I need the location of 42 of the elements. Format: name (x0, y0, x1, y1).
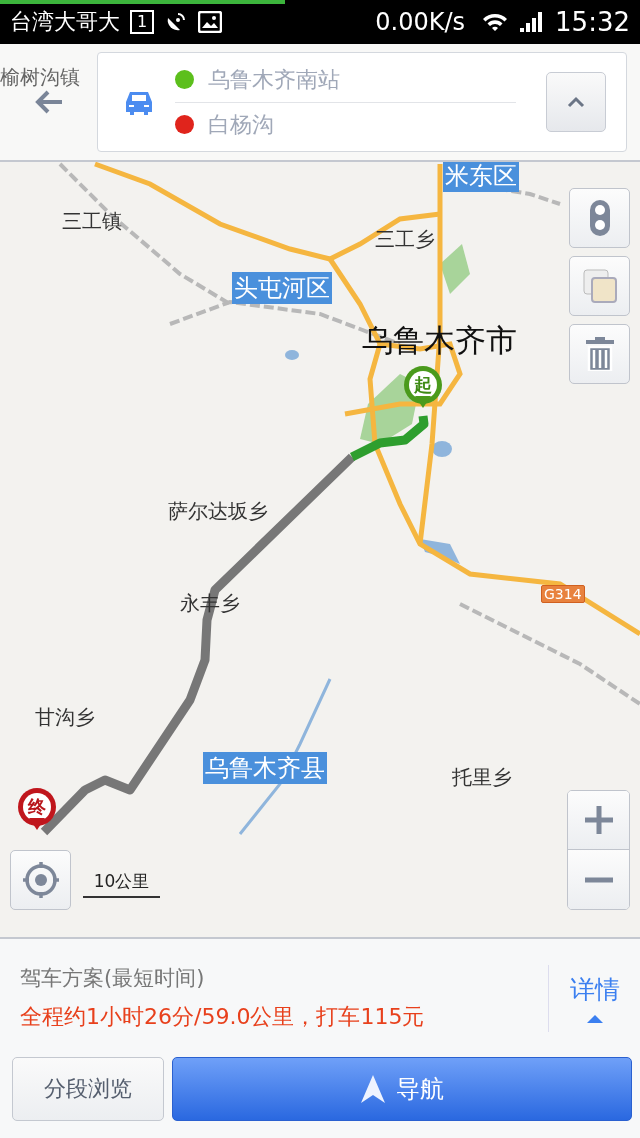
traffic-light-button[interactable] (569, 188, 630, 248)
sim-badge: 1 (130, 10, 155, 34)
end-dot-icon (175, 115, 194, 134)
start-point[interactable]: 乌鲁木齐南站 (208, 64, 340, 95)
map-label: 米东区 (443, 160, 519, 192)
trash-icon (584, 337, 615, 371)
carrier-name: 台湾大哥大 (10, 8, 120, 36)
map-label: 托里乡 (452, 764, 512, 791)
map-label: 榆树沟镇 (0, 64, 80, 91)
map-label: 萨尔达坂乡 (168, 498, 268, 525)
navigate-button[interactable]: 导航 (172, 1057, 632, 1121)
route-summary: 全程约1小时26分/59.0公里，打车115元 (20, 1003, 426, 1031)
highway-shield: G314 (541, 585, 585, 603)
zoom-in-button[interactable] (568, 791, 629, 850)
map-label: 三工镇 (62, 208, 122, 235)
map-scale: 10公里 (83, 870, 160, 898)
crosshair-icon (21, 861, 60, 899)
plus-icon (582, 804, 615, 836)
zoom-out-button[interactable] (568, 850, 629, 909)
start-dot-icon (175, 70, 194, 89)
navigation-arrow-icon (360, 1074, 386, 1104)
segment-browse-button[interactable]: 分段浏览 (12, 1057, 164, 1121)
layers-button[interactable] (569, 256, 630, 316)
end-point[interactable]: 白杨沟 (208, 109, 274, 140)
plan-title: 驾车方案(最短时间) (20, 965, 206, 992)
layers-icon (581, 268, 618, 304)
clock: 15:32 (555, 7, 630, 37)
chevron-up-icon (566, 96, 586, 108)
delete-button[interactable] (569, 324, 630, 384)
map-label: 甘沟乡 (35, 704, 95, 731)
triangle-up-icon (585, 1013, 604, 1024)
network-speed: 0.00K/s (375, 8, 466, 36)
details-button[interactable]: 详情 (548, 964, 640, 1032)
traffic-light-icon (587, 199, 612, 237)
wifi-icon (481, 11, 510, 33)
map-label: 三工乡 (375, 226, 435, 253)
minus-icon (582, 875, 615, 884)
image-icon (198, 11, 223, 33)
back-arrow-icon[interactable] (34, 89, 64, 115)
locate-button[interactable] (10, 850, 71, 910)
map-label: 头屯河区 (232, 272, 332, 304)
map-label: 乌鲁木齐县 (203, 752, 327, 784)
